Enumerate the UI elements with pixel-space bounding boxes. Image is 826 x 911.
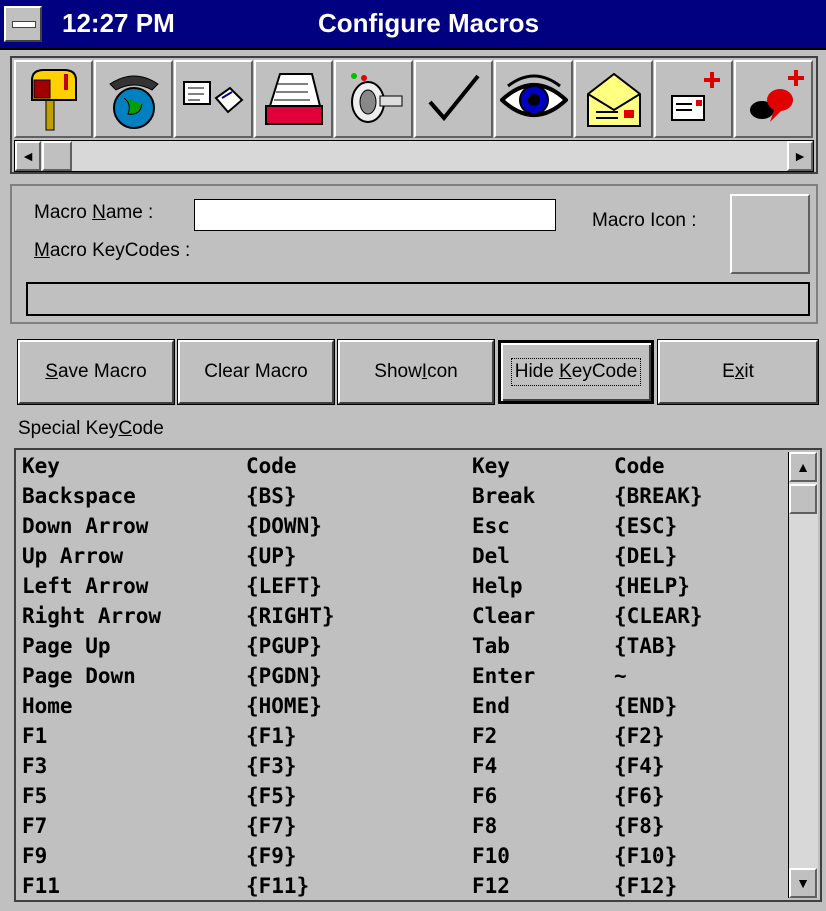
key-cell: Enter <box>472 664 536 688</box>
code-cell: {F8} <box>614 814 665 838</box>
key-cell: F2 <box>472 724 498 748</box>
code-cell: {DOWN} <box>246 514 322 538</box>
key-cell: Help <box>472 574 523 598</box>
code-cell: {CLEAR} <box>614 604 703 628</box>
code-cell: {F5} <box>246 784 297 808</box>
code-cell: {END} <box>614 694 678 718</box>
scroll-up-icon[interactable]: ▲ <box>789 452 817 482</box>
mailbox-icon[interactable] <box>14 60 93 138</box>
key-cell: F3 <box>22 754 48 778</box>
list-scroll-thumb[interactable] <box>789 484 817 514</box>
code-cell: {LEFT} <box>246 574 322 598</box>
key-cell: F1 <box>22 724 48 748</box>
key-cell: Down Arrow <box>22 514 149 538</box>
code-cell: {F4} <box>614 754 665 778</box>
rolodex-icon[interactable] <box>254 60 333 138</box>
system-menu-button[interactable] <box>4 6 42 42</box>
icon-toolbar: ◄ ► <box>10 56 818 174</box>
code-cell: {HELP} <box>614 574 690 598</box>
key-cell: Tab <box>472 634 510 658</box>
scroll-right-icon[interactable]: ► <box>787 141 813 171</box>
scroll-down-icon[interactable]: ▼ <box>789 868 817 898</box>
exit-button[interactable]: Ex it <box>657 339 819 405</box>
new-message-icon[interactable] <box>654 60 733 138</box>
key-cell: F4 <box>472 754 498 778</box>
keycode-list[interactable]: Key Code Key Code Backspace {BS} Break {BREAK} D… <box>14 448 822 902</box>
new-chat-icon[interactable] <box>734 60 813 138</box>
macro-icon-label: Macro Icon : <box>592 210 697 231</box>
code-cell: {BREAK} <box>614 484 703 508</box>
key-cell: F11 <box>22 874 60 898</box>
macro-form-panel: Macro Name : Macro Icon : Macro KeyCodes… <box>10 184 818 324</box>
key-cell: Clear <box>472 604 536 628</box>
globe-phone-icon[interactable] <box>94 60 173 138</box>
macro-keycodes-field[interactable] <box>26 282 810 316</box>
scroll-thumb[interactable] <box>42 141 72 171</box>
key-cell: F9 <box>22 844 48 868</box>
checkmark-icon[interactable] <box>414 60 493 138</box>
key-icon[interactable] <box>334 60 413 138</box>
envelope-icon[interactable] <box>574 60 653 138</box>
key-cell: Break <box>472 484 536 508</box>
show-icon-button[interactable]: Show Icon <box>337 339 495 405</box>
key-cell: Key <box>472 454 510 478</box>
code-cell: {F12} <box>614 874 678 898</box>
code-cell: Code <box>246 454 297 478</box>
key-cell: Up Arrow <box>22 544 124 568</box>
code-cell: Code <box>614 454 665 478</box>
key-cell: F10 <box>472 844 510 868</box>
code-cell: {F11} <box>246 874 310 898</box>
macro-name-label: Macro Name : <box>34 202 154 223</box>
code-cell: {ESC} <box>614 514 678 538</box>
key-cell: Page Down <box>22 664 136 688</box>
list-scrollbar[interactable]: ▲ ▼ <box>788 452 818 898</box>
eye-icon[interactable] <box>494 60 573 138</box>
code-cell: {PGDN} <box>246 664 322 688</box>
special-keycode-label: Special KeyCode <box>18 418 164 439</box>
key-cell: End <box>472 694 510 718</box>
window-title: Configure Macros <box>318 8 540 38</box>
key-cell: F8 <box>472 814 498 838</box>
code-cell: {F3} <box>246 754 297 778</box>
key-cell: F6 <box>472 784 498 808</box>
code-cell: {PGUP} <box>246 634 322 658</box>
code-cell: {F6} <box>614 784 665 808</box>
cards-icon[interactable] <box>174 60 253 138</box>
toolbar-scrollbar[interactable]: ◄ ► <box>14 140 814 172</box>
key-cell: F5 <box>22 784 48 808</box>
code-cell: {F9} <box>246 844 297 868</box>
code-cell: {F10} <box>614 844 678 868</box>
key-cell: Esc <box>472 514 510 538</box>
title-bar: 12:27 PM Configure Macros <box>0 0 826 50</box>
code-cell: {F2} <box>614 724 665 748</box>
code-cell: ~ <box>614 664 627 688</box>
code-cell: {RIGHT} <box>246 604 335 628</box>
key-cell: Left Arrow <box>22 574 149 598</box>
clear-macro-button[interactable]: Clear Macro <box>177 339 335 405</box>
key-cell: Page Up <box>22 634 111 658</box>
save-macro-button[interactable]: Save Macro <box>17 339 175 405</box>
code-cell: {F1} <box>246 724 297 748</box>
key-cell: Right Arrow <box>22 604 162 628</box>
code-cell: {HOME} <box>246 694 322 718</box>
key-cell: F7 <box>22 814 48 838</box>
macro-icon-box[interactable] <box>730 194 810 274</box>
code-cell: {TAB} <box>614 634 678 658</box>
code-cell: {BS} <box>246 484 297 508</box>
key-cell: Home <box>22 694 73 718</box>
clock-display: 12:27 PM <box>62 8 175 38</box>
code-cell: {F7} <box>246 814 297 838</box>
system-menu-icon <box>12 21 36 28</box>
hide-keycode-button[interactable]: Hide KeyCode <box>498 340 654 404</box>
code-cell: {DEL} <box>614 544 678 568</box>
key-cell: F12 <box>472 874 510 898</box>
key-cell: Key <box>22 454 60 478</box>
key-cell: Backspace <box>22 484 136 508</box>
macro-keycodes-label: Macro KeyCodes : <box>34 240 191 261</box>
macro-name-input[interactable] <box>194 199 556 231</box>
code-cell: {UP} <box>246 544 297 568</box>
key-cell: Del <box>472 544 510 568</box>
scroll-left-icon[interactable]: ◄ <box>15 141 41 171</box>
focus-ring: Hide KeyCode <box>510 358 642 386</box>
